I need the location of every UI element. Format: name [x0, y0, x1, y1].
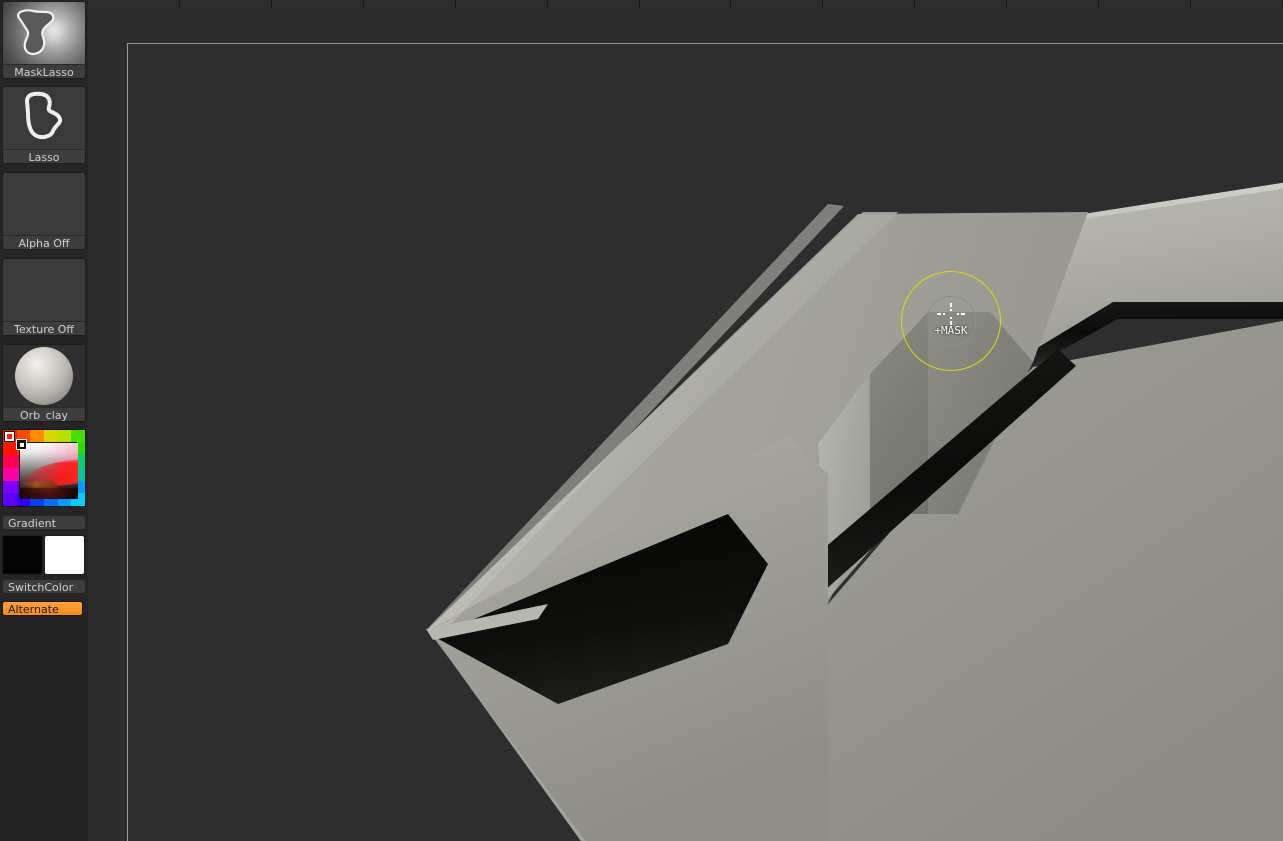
- menu-slot[interactable]: [915, 0, 1008, 8]
- menu-slot[interactable]: [823, 0, 916, 8]
- hue-cell[interactable]: [44, 430, 58, 443]
- menu-slot[interactable]: [1099, 0, 1192, 8]
- gradient-button[interactable]: Gradient: [2, 515, 86, 530]
- hue-cell[interactable]: [71, 430, 85, 443]
- sv-gradient[interactable]: [20, 443, 78, 499]
- sidebar-tile-label: Lasso: [3, 149, 85, 163]
- menu-slot[interactable]: [547, 0, 640, 8]
- sculpt-model: [426, 182, 1283, 841]
- alpha-off-icon: [3, 173, 85, 235]
- sidebar-tile-masklasso[interactable]: MaskLasso: [2, 1, 86, 79]
- saturation-value-square[interactable]: [19, 442, 78, 499]
- menu-slot[interactable]: [271, 0, 364, 8]
- lasso-icon: [3, 87, 85, 149]
- mask-lasso-icon: [3, 2, 85, 64]
- menu-slot[interactable]: [639, 0, 732, 8]
- hue-marker[interactable]: [5, 432, 14, 441]
- sv-marker[interactable]: [17, 440, 26, 449]
- secondary-color-swatch[interactable]: [44, 535, 85, 575]
- menu-slot[interactable]: [363, 0, 456, 8]
- menu-slot[interactable]: [1007, 0, 1100, 8]
- viewport: +MASK: [88, 8, 1283, 841]
- menu-slot[interactable]: [179, 0, 272, 8]
- color-picker[interactable]: [2, 429, 86, 507]
- hue-cell[interactable]: [30, 430, 44, 443]
- hue-cell[interactable]: [57, 430, 72, 443]
- hue-cell[interactable]: [3, 455, 17, 468]
- sidebar-tile-material[interactable]: Orb_clay: [2, 344, 86, 422]
- menu-slot[interactable]: [1191, 0, 1283, 8]
- sidebar-tile-alpha[interactable]: Alpha Off: [2, 172, 86, 250]
- left-sidebar: MaskLasso Lasso Alpha Off Texture Off Or…: [0, 0, 88, 841]
- mask-lasso-shape: [17, 9, 55, 56]
- switch-color-button[interactable]: SwitchColor: [2, 579, 86, 594]
- menu-slot[interactable]: [731, 0, 824, 8]
- lasso-shape: [25, 91, 63, 140]
- sidebar-tile-label: Alpha Off: [3, 235, 85, 249]
- canvas-3d[interactable]: +MASK: [127, 43, 1283, 841]
- sidebar-tile-lasso[interactable]: Lasso: [2, 86, 86, 164]
- menu-slot[interactable]: [455, 0, 548, 8]
- sidebar-tile-label: Orb_clay: [3, 407, 85, 421]
- hue-cell[interactable]: [3, 480, 17, 494]
- primary-color-swatch[interactable]: [2, 535, 43, 575]
- material-sphere-icon: [3, 345, 85, 407]
- sidebar-tile-label: Texture Off: [3, 321, 85, 335]
- hue-cell[interactable]: [3, 468, 17, 481]
- hue-cell[interactable]: [3, 442, 17, 456]
- sidebar-tile-texture[interactable]: Texture Off: [2, 258, 86, 336]
- menu-bar[interactable]: [88, 0, 1283, 8]
- hue-cell[interactable]: [3, 493, 17, 506]
- sidebar-tile-label: MaskLasso: [3, 64, 85, 78]
- sphere-preview: [15, 347, 73, 405]
- alternate-button[interactable]: Alternate: [2, 601, 83, 616]
- menu-slot[interactable]: [88, 0, 180, 8]
- texture-off-icon: [3, 259, 85, 321]
